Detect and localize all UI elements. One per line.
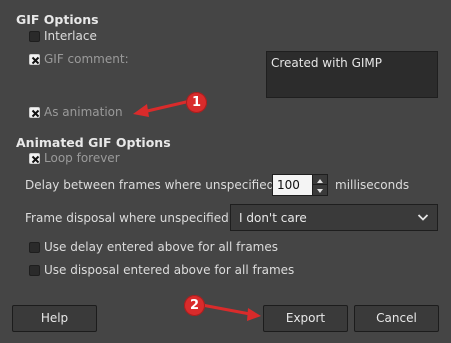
loop-forever-checkbox[interactable] xyxy=(29,153,40,164)
use-delay-label: Use delay entered above for all frames xyxy=(44,240,278,254)
use-delay-checkbox[interactable] xyxy=(29,242,40,253)
interlace-checkbox[interactable] xyxy=(29,31,40,42)
annotation-arrow-1 xyxy=(133,100,188,117)
export-button[interactable]: Export xyxy=(263,305,348,332)
annotation-arrow-2 xyxy=(200,303,261,321)
animated-gif-options-heading: Animated GIF Options xyxy=(16,135,171,150)
x-check-icon xyxy=(31,109,40,118)
spin-up-button[interactable] xyxy=(313,175,327,185)
disposal-label: Frame disposal where unspecified: xyxy=(25,211,233,225)
interlace-label: Interlace xyxy=(44,29,97,43)
gif-comment-textarea[interactable]: Created with GIMP xyxy=(266,51,438,98)
delay-label: Delay between frames where unspecified: xyxy=(25,178,279,192)
as-animation-label: As animation xyxy=(44,105,123,119)
use-disposal-checkbox[interactable] xyxy=(29,265,40,276)
gif-comment-label: GIF comment: xyxy=(44,52,129,66)
triangle-down-icon xyxy=(317,189,323,193)
help-button[interactable]: Help xyxy=(12,305,97,332)
x-check-icon xyxy=(31,155,40,164)
gif-comment-checkbox[interactable] xyxy=(29,54,40,65)
x-check-icon xyxy=(31,56,40,65)
delay-spinbox[interactable]: 100 xyxy=(272,174,328,196)
annotation-badge-2: 2 xyxy=(184,295,205,316)
loop-forever-label: Loop forever xyxy=(44,151,120,165)
gif-comment-text: Created with GIMP xyxy=(271,56,383,70)
delay-spin-arrows xyxy=(312,175,327,195)
annotation-badge-1: 1 xyxy=(186,92,207,113)
as-animation-checkbox[interactable] xyxy=(29,107,40,118)
gif-options-heading: GIF Options xyxy=(16,12,99,27)
delay-unit: milliseconds xyxy=(335,178,410,192)
disposal-value: I don't care xyxy=(239,211,307,225)
cancel-button[interactable]: Cancel xyxy=(354,305,439,332)
disposal-dropdown[interactable]: I don't care xyxy=(230,204,438,231)
delay-value: 100 xyxy=(277,178,300,192)
chevron-down-icon xyxy=(417,214,429,221)
spin-down-button[interactable] xyxy=(313,185,327,195)
use-disposal-label: Use disposal entered above for all frame… xyxy=(44,263,295,277)
